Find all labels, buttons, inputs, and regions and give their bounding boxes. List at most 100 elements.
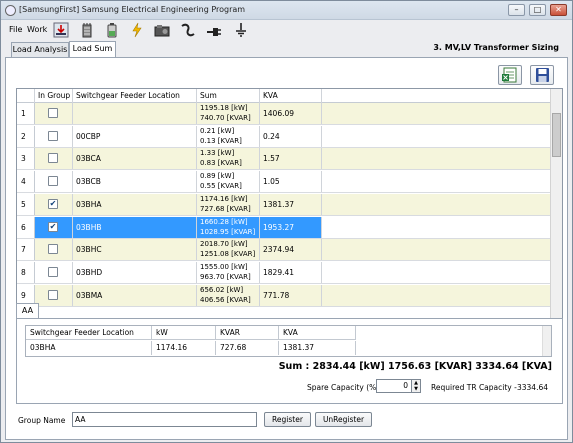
- minimize-button[interactable]: –: [508, 4, 525, 16]
- group-cell-location[interactable]: 03BHA: [26, 341, 152, 355]
- in-group-checkbox[interactable]: [48, 153, 58, 164]
- tab-group-aa[interactable]: AA: [16, 303, 39, 319]
- table-row[interactable]: 1 1195.18 [kW] 740.70 [KVAR] 1406.09: [17, 103, 550, 125]
- in-group-checkbox[interactable]: [48, 266, 58, 277]
- group-header-kw: kW: [152, 326, 216, 340]
- location-cell[interactable]: 03BHC: [73, 239, 197, 261]
- row-number[interactable]: 1: [17, 103, 35, 124]
- ground-icon[interactable]: [233, 22, 249, 38]
- in-group-cell[interactable]: [35, 261, 73, 283]
- location-cell[interactable]: 03BMA: [73, 284, 197, 306]
- table-row[interactable]: 6 ✔ 03BHB 1660.28 [kW] 1028.95 [KVAR] 1953.27: [17, 216, 550, 239]
- in-group-cell[interactable]: [35, 239, 73, 261]
- kva-cell[interactable]: 1953.27: [260, 216, 322, 238]
- row-number[interactable]: 6: [17, 216, 35, 238]
- scroll-thumb[interactable]: [552, 113, 561, 157]
- kva-cell[interactable]: 0.24: [260, 125, 322, 147]
- location-cell[interactable]: 03BCB: [73, 171, 197, 193]
- sum-kvar: 1028.95 [KVAR]: [200, 227, 256, 236]
- empty-cell: [322, 284, 550, 306]
- in-group-cell[interactable]: ✔: [35, 193, 73, 215]
- unregister-button[interactable]: UnRegister: [315, 412, 372, 427]
- battery-icon[interactable]: [104, 22, 120, 38]
- close-button[interactable]: ✕: [550, 4, 567, 16]
- kva-cell[interactable]: 1.05: [260, 171, 322, 193]
- in-group-checkbox[interactable]: [48, 130, 58, 141]
- row-number[interactable]: 4: [17, 171, 35, 193]
- menu-file[interactable]: File: [9, 25, 22, 34]
- row-number[interactable]: 3: [17, 148, 35, 170]
- table-row[interactable]: 8 03BHD 1555.00 [kW] 963.70 [KVAR] 1829.41: [17, 261, 550, 284]
- in-group-checkbox[interactable]: [48, 176, 58, 187]
- location-cell[interactable]: 03BHA: [73, 193, 197, 215]
- title-bar[interactable]: [SamsungFirst] Samsung Electrical Engine…: [1, 1, 572, 20]
- in-group-checkbox[interactable]: ✔: [48, 221, 58, 232]
- kva-cell[interactable]: 771.78: [260, 284, 322, 306]
- plug-icon[interactable]: [206, 22, 222, 38]
- table-scrollbar[interactable]: [550, 89, 562, 327]
- sum-cell[interactable]: 0.21 [kW] 0.13 [KVAR]: [197, 125, 260, 147]
- sum-cell[interactable]: 1660.28 [kW] 1028.95 [KVAR]: [197, 216, 260, 238]
- in-group-checkbox[interactable]: [48, 289, 58, 300]
- location-cell[interactable]: 03BHD: [73, 261, 197, 283]
- group-cell-kva[interactable]: 1381.37: [279, 341, 356, 355]
- location-cell[interactable]: 03BHB: [73, 216, 197, 238]
- tab-load-analysis[interactable]: Load Analysis: [11, 42, 69, 58]
- kva-cell[interactable]: 1.57: [260, 148, 322, 170]
- export-excel-button[interactable]: [498, 65, 522, 85]
- group-name-input[interactable]: AA: [72, 412, 257, 427]
- group-table-scrollbar[interactable]: [542, 326, 551, 356]
- sum-cell[interactable]: 2018.70 [kW] 1251.08 [KVAR]: [197, 239, 260, 261]
- table-row[interactable]: 7 03BHC 2018.70 [kW] 1251.08 [KVAR] 2374.94: [17, 239, 550, 262]
- transformer-icon[interactable]: [79, 22, 95, 38]
- table-row[interactable]: 9 03BMA 656.02 [kW] 406.56 [KVAR] 771.78: [17, 284, 550, 307]
- kva-cell[interactable]: 1381.37: [260, 193, 322, 215]
- group-cell-kw[interactable]: 1174.16: [152, 341, 216, 355]
- table-row[interactable]: 5 ✔ 03BHA 1174.16 [kW] 727.68 [KVAR] 1381.37: [17, 193, 550, 216]
- spare-capacity-input[interactable]: 0: [376, 379, 412, 393]
- empty-cell: [322, 125, 550, 147]
- sum-cell[interactable]: 1.33 [kW] 0.83 [KVAR]: [197, 148, 260, 170]
- sum-cell[interactable]: 0.89 [kW] 0.55 [KVAR]: [197, 171, 260, 193]
- header-kva: KVA: [260, 89, 322, 103]
- in-group-checkbox[interactable]: [48, 244, 58, 255]
- in-group-cell[interactable]: ✔: [35, 216, 73, 238]
- in-group-cell[interactable]: [35, 103, 73, 124]
- table-row[interactable]: 3 03BCA 1.33 [kW] 0.83 [KVAR] 1.57: [17, 148, 550, 171]
- table-row[interactable]: 4 03BCB 0.89 [kW] 0.55 [KVAR] 1.05: [17, 171, 550, 194]
- download-icon[interactable]: [53, 22, 69, 38]
- tab-load-sum[interactable]: Load Sum: [69, 41, 116, 58]
- generator-icon[interactable]: [154, 22, 170, 38]
- row-number[interactable]: 5: [17, 193, 35, 215]
- main-window: [SamsungFirst] Samsung Electrical Engine…: [0, 0, 573, 443]
- sum-cell[interactable]: 656.02 [kW] 406.56 [KVAR]: [197, 284, 260, 306]
- menu-work[interactable]: Work: [27, 25, 47, 34]
- sum-cell[interactable]: 1174.16 [kW] 727.68 [KVAR]: [197, 193, 260, 215]
- in-group-cell[interactable]: [35, 284, 73, 306]
- spare-capacity-spinner[interactable]: ▲ ▼: [412, 379, 421, 393]
- location-cell[interactable]: 00CBP: [73, 125, 197, 147]
- lightning-icon[interactable]: [129, 22, 145, 38]
- kva-cell[interactable]: 2374.94: [260, 239, 322, 261]
- sum-cell[interactable]: 1555.00 [kW] 963.70 [KVAR]: [197, 261, 260, 283]
- row-number[interactable]: 8: [17, 261, 35, 283]
- group-cell-kvar[interactable]: 727.68: [216, 341, 279, 355]
- cable-icon[interactable]: [180, 22, 196, 38]
- location-cell[interactable]: 03BCA: [73, 148, 197, 170]
- kva-cell[interactable]: 1406.09: [260, 103, 322, 124]
- maximize-button[interactable]: □: [529, 4, 546, 16]
- row-number[interactable]: 2: [17, 125, 35, 147]
- location-cell[interactable]: [73, 103, 197, 124]
- sum-cell[interactable]: 1195.18 [kW] 740.70 [KVAR]: [197, 103, 260, 124]
- kva-cell[interactable]: 1829.41: [260, 261, 322, 283]
- row-number[interactable]: 7: [17, 239, 35, 261]
- in-group-checkbox[interactable]: ✔: [48, 198, 58, 209]
- table-row[interactable]: 2 00CBP 0.21 [kW] 0.13 [KVAR] 0.24: [17, 125, 550, 148]
- in-group-cell[interactable]: [35, 148, 73, 170]
- group-header-kvar: KVAR: [216, 326, 279, 340]
- in-group-checkbox[interactable]: [48, 108, 58, 118]
- in-group-cell[interactable]: [35, 125, 73, 147]
- in-group-cell[interactable]: [35, 171, 73, 193]
- save-button[interactable]: [530, 65, 554, 85]
- register-button[interactable]: Register: [264, 412, 311, 427]
